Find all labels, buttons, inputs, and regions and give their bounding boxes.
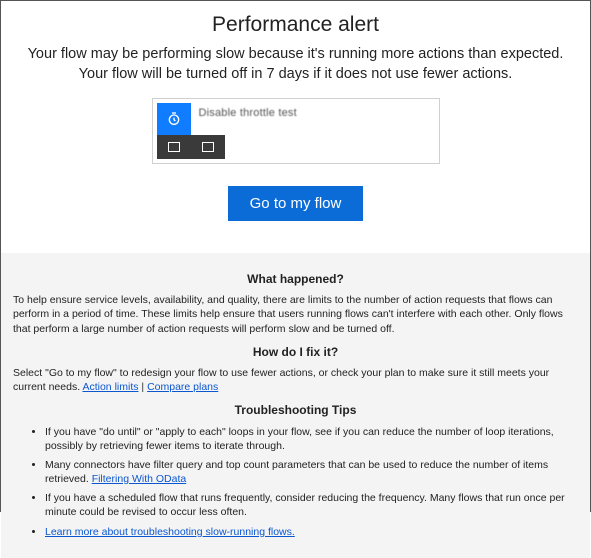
what-happened-body: To help ensure service levels, availabil…	[13, 293, 578, 336]
card-toolbar	[157, 135, 225, 159]
flow-name: Disable throttle test	[191, 103, 305, 135]
list-item: If you have "do until" or "apply to each…	[45, 425, 580, 453]
flow-card: Disable throttle test	[152, 98, 440, 164]
expand-icon	[168, 142, 180, 152]
filtering-odata-link[interactable]: Filtering With OData	[92, 473, 187, 485]
clock-icon	[157, 103, 191, 135]
list-item: If you have a scheduled flow that runs f…	[45, 491, 580, 519]
list-item: Learn more about troubleshooting slow-ru…	[45, 525, 580, 539]
tips-list: If you have "do until" or "apply to each…	[11, 425, 580, 539]
page-subtitle: Your flow may be performing slow because…	[19, 45, 572, 84]
learn-more-link[interactable]: Learn more about troubleshooting slow-ru…	[45, 526, 295, 538]
list-item: Many connectors have filter query and to…	[45, 458, 580, 486]
page-title: Performance alert	[19, 13, 572, 37]
how-fix-heading: How do I fix it?	[11, 344, 580, 360]
go-to-my-flow-button[interactable]: Go to my flow	[228, 186, 364, 221]
info-section: What happened? To help ensure service le…	[1, 253, 590, 558]
expand-icon	[202, 142, 214, 152]
tips-heading: Troubleshooting Tips	[11, 402, 580, 418]
compare-plans-link[interactable]: Compare plans	[147, 381, 218, 393]
action-limits-link[interactable]: Action limits	[82, 381, 138, 393]
what-happened-heading: What happened?	[11, 271, 580, 287]
how-fix-body: Select "Go to my flow" to redesign your …	[13, 366, 578, 394]
